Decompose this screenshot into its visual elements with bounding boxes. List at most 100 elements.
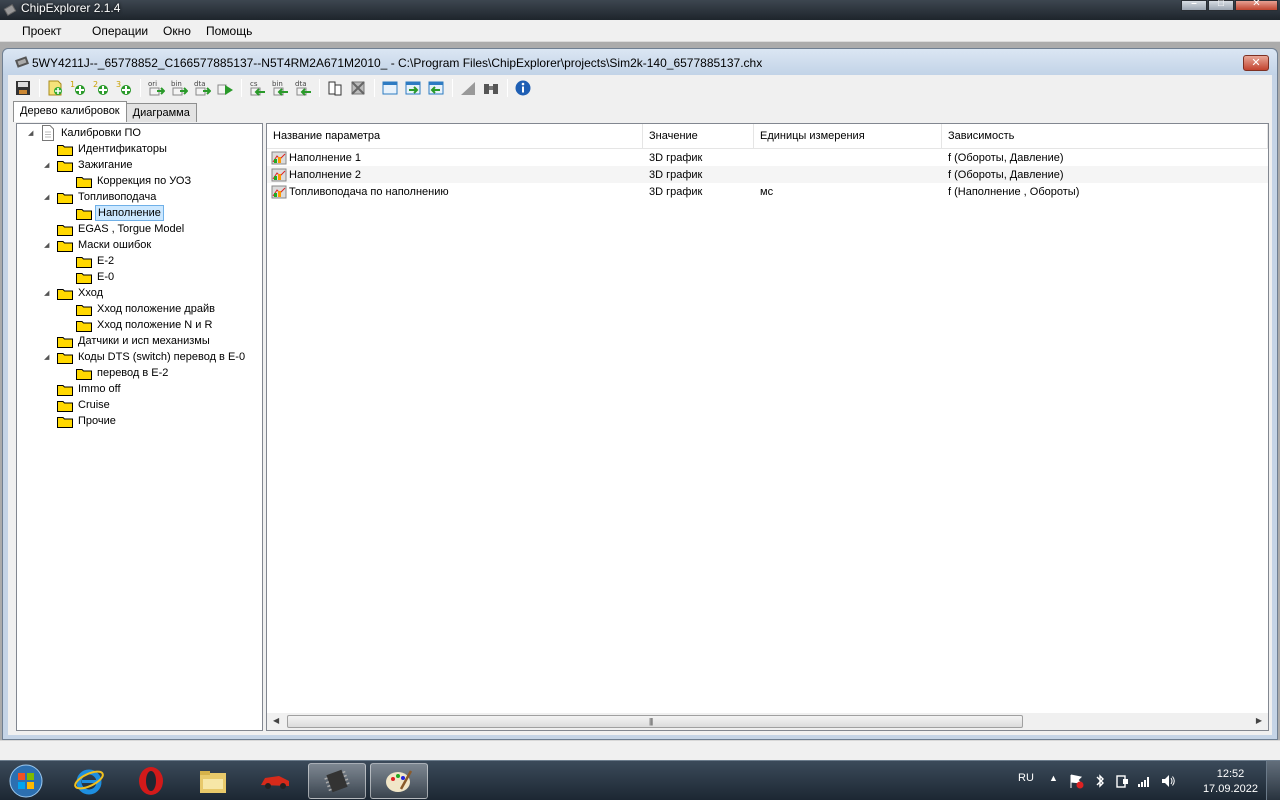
add-1-icon: 1 [70, 80, 85, 95]
horizontal-scrollbar[interactable]: ◀ ||| ▶ [267, 713, 1268, 730]
window-button[interactable] [379, 77, 401, 99]
close-button[interactable]: ✕ [1235, 0, 1278, 11]
tree-node[interactable]: перевод в E-2 [76, 365, 170, 381]
save-button[interactable] [12, 77, 34, 99]
project-window: 5WY4211J--_65778852_C166577885137--N5T4R… [2, 48, 1278, 740]
triangle-button[interactable] [457, 77, 479, 99]
new-button[interactable] [44, 77, 66, 99]
tree-node[interactable]: Cruise [57, 397, 112, 413]
collapse-icon[interactable]: ◢ [44, 241, 53, 249]
add-3-button[interactable]: 3 [113, 77, 135, 99]
svg-text:bin: bin [171, 80, 182, 88]
collapse-icon[interactable]: ◢ [28, 129, 37, 137]
export-dta-button[interactable]: dta [191, 77, 213, 99]
menu-help[interactable]: Помощь [206, 24, 252, 38]
tree-node[interactable]: EGAS , Torgue Model [57, 221, 186, 237]
tree-node[interactable]: ◢ Зажигание [44, 157, 135, 173]
maximize-button[interactable]: □ [1208, 0, 1234, 11]
tree-node-label: Immo off [78, 383, 121, 395]
tree-node-label: Идентификаторы [78, 143, 167, 155]
network-signal-icon[interactable] [1136, 773, 1152, 789]
tree-node[interactable]: Прочие [57, 413, 118, 429]
status-bar [0, 740, 1280, 760]
tree-node[interactable]: Датчики и исп механизмы [57, 333, 212, 349]
tree-node-label: Калибровки ПО [61, 127, 141, 139]
show-desktop-button[interactable] [1266, 761, 1280, 800]
import-dta-button[interactable]: dta [292, 77, 314, 99]
add-1-button[interactable]: 1 [67, 77, 89, 99]
menu-operations[interactable]: Операции [92, 24, 148, 38]
checksum-button[interactable]: cs [246, 77, 268, 99]
toolbar-separator [319, 79, 320, 97]
add-2-button[interactable]: 2 [90, 77, 112, 99]
collapse-icon[interactable]: ◢ [44, 193, 53, 201]
tree-node[interactable]: Xход положение драйв [76, 301, 217, 317]
table-row[interactable]: Топливоподача по наполнению 3D график мс f … [267, 183, 1268, 200]
tree-root[interactable]: ◢ Калибровки ПО [28, 125, 143, 141]
table-row[interactable]: Наполнение 1 3D график f (Обороты, Давлени… [267, 149, 1268, 166]
scrollbar-thumb[interactable]: ||| [287, 715, 1023, 728]
info-button[interactable] [512, 77, 534, 99]
tree-node[interactable]: ◢ Маски ошибок [44, 237, 153, 253]
usb-device-icon[interactable] [1114, 773, 1130, 789]
window-in-button[interactable] [402, 77, 424, 99]
import-bin-button[interactable]: bin [269, 77, 291, 99]
tab-calibration-tree[interactable]: Дерево калибровок [13, 101, 127, 122]
export-bin-button[interactable]: bin [168, 77, 190, 99]
tree-node[interactable]: E-2 [76, 253, 116, 269]
tab-diagram[interactable]: Диаграмма [125, 103, 197, 122]
collapse-icon[interactable]: ◢ [44, 353, 53, 361]
column-header-units[interactable]: Единицы измерения [754, 124, 942, 149]
flag-icon[interactable] [1068, 773, 1084, 789]
taskbar-chipexplorer[interactable] [308, 763, 366, 799]
show-hidden-icons-icon[interactable]: ▲ [1049, 773, 1058, 783]
cell-name: Наполнение 2 [289, 168, 362, 181]
tree-node[interactable]: Xход положение N и R [76, 317, 214, 333]
project-window-client: 1 2 3 ori bin dta cs bin dta Дерево кали… [8, 75, 1272, 735]
column-header-value[interactable]: Значение [643, 124, 754, 149]
taskbar-paint[interactable] [370, 763, 428, 799]
info-icon [515, 80, 531, 96]
language-indicator[interactable]: RU [1018, 772, 1034, 784]
delete-map-button[interactable] [347, 77, 369, 99]
tree-node[interactable]: ◢ Коды DTS (switch) перевод в E-0 [44, 349, 247, 365]
tree-node[interactable]: Immo off [57, 381, 123, 397]
tree-node[interactable]: E-0 [76, 269, 116, 285]
project-close-button[interactable]: ✕ [1243, 55, 1269, 71]
table-row[interactable]: Наполнение 2 3D график f (Обороты, Давлени… [267, 166, 1268, 183]
menu-project[interactable]: Проект [22, 24, 62, 38]
taskbar-ie[interactable] [60, 763, 118, 799]
start-button[interactable] [6, 763, 46, 799]
taskbar-explorer[interactable] [184, 763, 242, 799]
tree-node[interactable]: ◢ Топливоподача [44, 189, 158, 205]
window-out-button[interactable] [425, 77, 447, 99]
toolbar-separator [241, 79, 242, 97]
scroll-right-icon[interactable]: ▶ [1256, 716, 1262, 725]
tree-node[interactable]: ◢ Xход [44, 285, 105, 301]
copy-map-button[interactable] [324, 77, 346, 99]
collapse-icon[interactable]: ◢ [44, 289, 53, 297]
menu-window[interactable]: Окно [163, 24, 191, 38]
minimize-button[interactable]: – [1181, 0, 1207, 11]
taskbar-opera[interactable] [122, 763, 180, 799]
binoculars-button[interactable] [480, 77, 502, 99]
tree-node[interactable]: Коррекция по УОЗ [76, 173, 193, 189]
tree-node-label: Коррекция по УОЗ [97, 175, 192, 187]
scroll-left-icon[interactable]: ◀ [273, 716, 279, 725]
volume-icon[interactable] [1160, 773, 1176, 789]
export-ori-button[interactable]: ori [145, 77, 167, 99]
run-button[interactable] [214, 77, 236, 99]
tree-node[interactable]: Наполнение [76, 205, 164, 221]
document-icon [42, 125, 54, 141]
bluetooth-icon[interactable] [1092, 773, 1108, 789]
column-header-name[interactable]: Название параметра [267, 124, 643, 149]
tree-node-label: Xход положение драйв [97, 303, 215, 315]
clock[interactable]: 12:52 17.09.2022 [1203, 767, 1258, 797]
taskbar-car-app[interactable] [246, 763, 304, 799]
collapse-icon[interactable]: ◢ [44, 161, 53, 169]
tree-node-label: EGAS , Torgue Model [78, 223, 185, 235]
chip-app-icon [3, 4, 17, 16]
chip-icon [324, 769, 350, 793]
column-header-dependency[interactable]: Зависимость [942, 124, 1268, 149]
tree-node[interactable]: Идентификаторы [57, 141, 169, 157]
